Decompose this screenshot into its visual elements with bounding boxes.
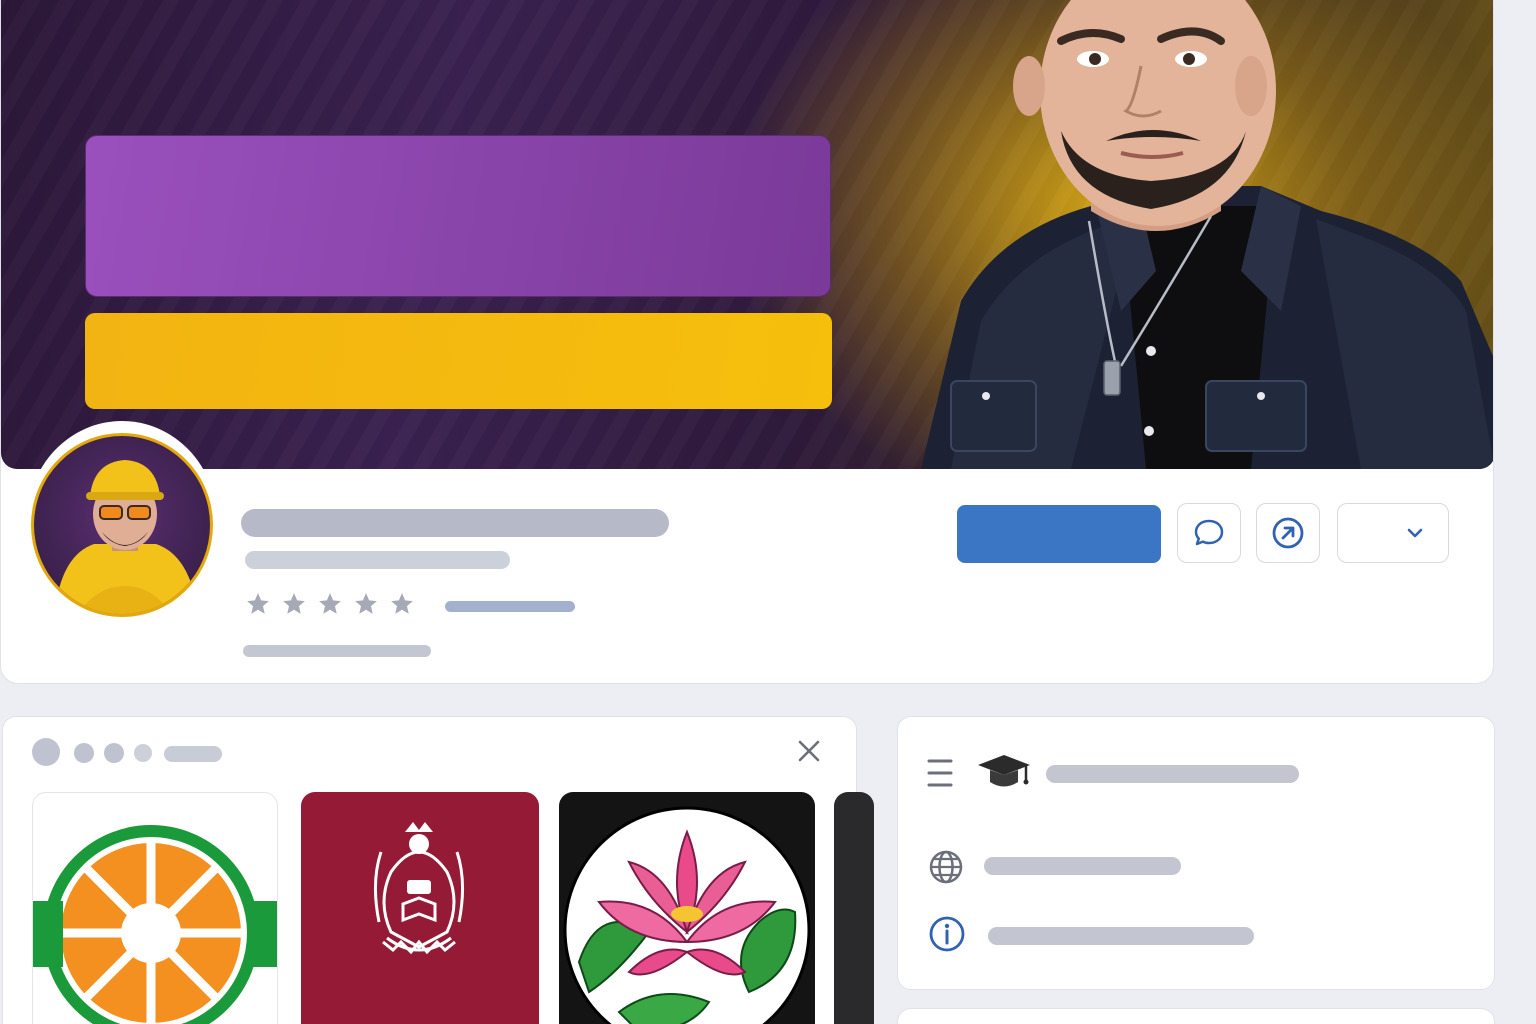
share-button[interactable] (1256, 503, 1320, 563)
rating-stars (245, 591, 415, 617)
cover-subheadline-block (85, 313, 832, 409)
info-icon (929, 916, 965, 952)
gallery-avatar-dot (32, 738, 60, 766)
lotus-flower (563, 806, 811, 1024)
education-text-placeholder (1046, 765, 1299, 783)
gallery-tile-orange-logo[interactable] (32, 792, 278, 1024)
orange-wheel-logo (33, 825, 277, 1024)
profile-handle-placeholder (245, 551, 510, 569)
gallery-dot (134, 744, 152, 762)
crest-emblem (373, 822, 465, 955)
about-text-placeholder (988, 927, 1254, 945)
secondary-info-card (897, 1008, 1495, 1024)
arrow-up-right-circle-icon (1272, 517, 1304, 549)
menu-icon[interactable] (926, 755, 956, 791)
chat-bubble-icon (1194, 519, 1224, 546)
globe-icon (929, 850, 963, 884)
info-card (897, 716, 1495, 990)
chevron-down-icon (1407, 528, 1423, 538)
graduation-cap-icon (978, 755, 1030, 787)
cover-banner (1, 0, 1493, 469)
message-button[interactable] (1177, 503, 1241, 563)
website-text-placeholder (984, 857, 1181, 875)
cover-portrait (921, 0, 1493, 469)
profile-meta-placeholder (243, 645, 431, 657)
gallery-dot (104, 743, 124, 763)
gallery-tile-lotus[interactable] (559, 792, 815, 1024)
gallery-tile-crest[interactable] (301, 792, 539, 1024)
avatar-illustration (54, 460, 199, 614)
profile-card (0, 0, 1494, 684)
star-icon (283, 593, 305, 614)
gallery-tile-partial[interactable] (834, 792, 874, 1024)
avatar[interactable] (31, 433, 213, 617)
star-icon (355, 593, 377, 614)
star-icon (247, 593, 269, 614)
gallery-dot (74, 743, 94, 763)
rating-count-placeholder (445, 601, 575, 612)
star-icon (319, 593, 341, 614)
profile-name-placeholder (241, 509, 669, 537)
cover-headline-block (85, 135, 831, 297)
close-icon[interactable] (796, 738, 822, 764)
more-actions-dropdown[interactable] (1337, 503, 1449, 563)
follow-button[interactable] (957, 505, 1161, 563)
gallery-title-placeholder (164, 746, 222, 762)
star-icon (391, 593, 413, 614)
